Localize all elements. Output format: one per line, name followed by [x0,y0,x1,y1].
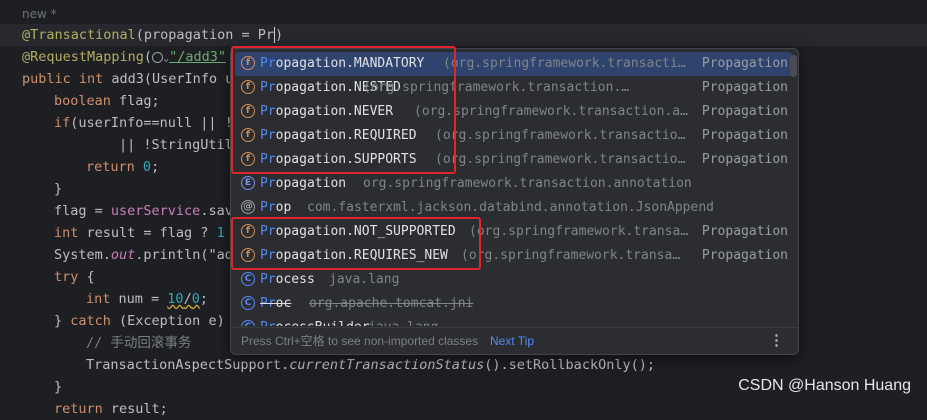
completion-item-name: Process [260,272,315,287]
next-tip-link[interactable]: Next Tip [490,328,534,354]
code-completion-popup[interactable]: f Propagation.MANDATORY (org.springframewo… [230,48,799,355]
completion-item[interactable]: f Propagation.SUPPORTS (org.springframewor… [235,148,792,172]
completion-item-name: Propagation.NOT_SUPPORTED [260,224,456,239]
code-line-3: public int add3(UserInfo u [22,71,234,87]
completion-item[interactable]: f Propagation.NEVER (org.springframework.t… [235,100,792,124]
completion-item-type: Propagation [701,56,788,71]
completion-item-name: Propagation [260,176,347,191]
completion-item[interactable]: C ProcessBuilderjava.lang [235,316,792,326]
completion-item-type: Propagation [701,104,788,119]
completion-item[interactable]: f Propagation.REQUIRED (org.springframewor… [235,124,792,148]
completion-item-package: org.springframework.transaction.annotati… [363,176,692,191]
completion-item[interactable]: C Proc org.apache.tomcat.jni [235,292,792,316]
completion-item-name: Propagation.REQUIRES_NEW [260,248,448,263]
code-line-18: return result; [54,401,168,417]
code-line-16: TransactionAspectSupport.currentTransact… [86,357,655,373]
completion-item[interactable]: f Propagation.NOT_SUPPORTED (org.springfra… [235,220,792,244]
new-file-label: new * [22,7,57,21]
class-icon: C [241,296,255,310]
field-icon: f [241,80,255,94]
code-line-13: int num = 10/0; [86,291,208,307]
completion-item-name: Prop [260,200,292,215]
completion-footer: Press Ctrl+空格 to see non-imported classe… [231,327,798,354]
code-line-15-comment: // 手动回滚事务 [86,335,192,351]
code-line-7: return 0; [86,159,160,175]
code-line-8: } [54,181,63,197]
non-imported-hint: Press Ctrl+空格 to see non-imported classe… [241,334,479,348]
completion-item-package: (org.springframework.transaction.… [363,80,630,95]
completion-item-name: ProcessBuilder [260,316,370,326]
annotation-icon: @ [241,200,255,214]
code-line-4: boolean flag; [54,93,160,109]
scrollbar-thumb[interactable] [790,55,797,77]
field-icon: f [241,104,255,118]
field-icon: f [241,56,255,70]
completion-item[interactable]: C Process java.lang [235,268,792,292]
globe-icon[interactable] [152,51,164,63]
completion-item-package: java.lang [329,272,400,287]
code-line-9: flag = userService.sav [54,203,233,219]
completion-item[interactable]: f Propagation.MANDATORY (org.springframewo… [235,52,792,76]
enum-icon: E [241,176,255,190]
completion-item-name: Propagation.REQUIRED [260,128,417,143]
completion-item-package: (org.springframework.transactio… [435,128,686,143]
code-line-2: @RequestMapping(⌄"/add3" [22,49,226,65]
completion-item[interactable]: f Propagation.NESTED (org.springframework.… [235,76,792,100]
code-line-17: } [54,379,63,395]
completion-item[interactable]: @ Prop com.fasterxml.jackson.databind.anno… [235,196,792,220]
class-icon: C [241,272,255,286]
completion-item-type: Propagation [701,248,788,263]
completion-item-type: Propagation [701,152,788,167]
completion-item-package: (org.springframework.transacti… [443,56,686,71]
text-cursor [273,27,275,43]
completion-item-name: Propagation.NEVER [260,104,394,119]
completion-item[interactable]: f Propagation.REQUIRES_NEW (org.springfram… [235,244,792,268]
completion-item-package: (org.springframework.transactio… [435,152,686,167]
code-line-1: @Transactional(propagation = Pr) [22,27,284,43]
code-line-5: if(userInfo==null || ! [54,115,233,131]
field-icon: f [241,128,255,142]
completion-item-package: (org.springframework.transaction.a… [414,104,688,119]
completion-item[interactable]: E Propagation org.springframework.transact… [235,172,792,196]
completion-item-name: Proc [260,296,292,311]
completion-item-type: Propagation [701,224,788,239]
completion-item-package: (org.springframework.transa… [461,248,681,263]
field-icon: f [241,152,255,166]
watermark: CSDN @Hanson Huang [738,377,911,394]
completion-item-package: java.lang [368,316,438,326]
completion-list[interactable]: f Propagation.MANDATORY (org.springframewo… [231,52,798,326]
code-line-6: || !StringUtil [119,137,233,153]
code-line-12: try { [54,269,95,285]
completion-item-name: Propagation.MANDATORY [260,56,425,71]
completion-item-package: org.apache.tomcat.jni [309,296,474,311]
field-icon: f [241,224,255,238]
more-options-icon[interactable]: ⋮ [769,328,784,354]
code-line-14: } catch (Exception e) [54,313,225,329]
completion-item-name: Propagation.SUPPORTS [260,152,417,167]
completion-item-package: (org.springframework.transa… [469,224,689,239]
completion-item-type: Propagation [701,128,788,143]
completion-item-type: Propagation [701,80,788,95]
code-line-10: int result = flag ? 1 [54,225,225,241]
code-line-11: System.out.println("ad [54,247,233,263]
completion-item-package: com.fasterxml.jackson.databind.annotatio… [307,200,714,215]
class-icon: C [241,320,255,326]
field-icon: f [241,248,255,262]
